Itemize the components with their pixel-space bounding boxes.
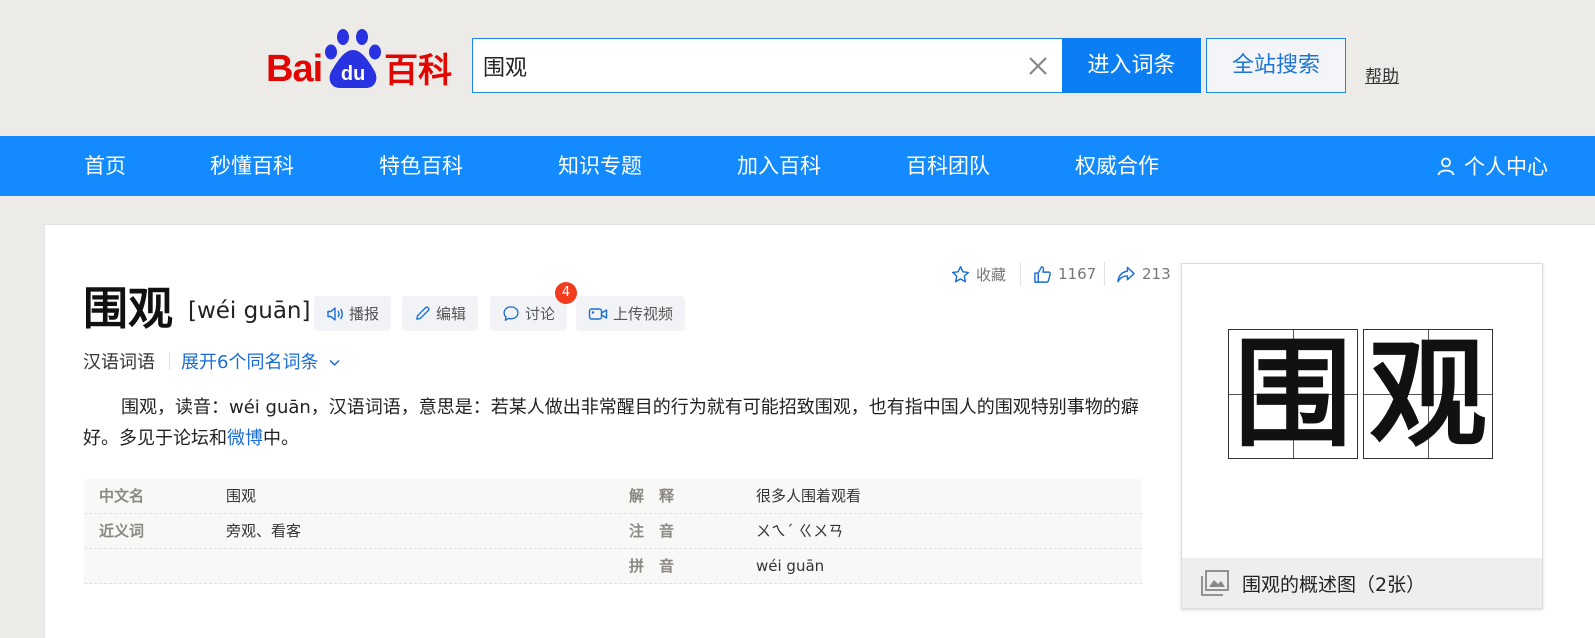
upload-video-button[interactable]: 上传视频 — [576, 296, 686, 331]
table-row: 拼 音 wéi guān — [84, 549, 1142, 584]
logo-du-text: du — [340, 63, 366, 85]
stats-divider — [1104, 262, 1105, 286]
info-value: ㄨㄟˊ ㄍㄨㄢ — [756, 522, 844, 540]
like-button[interactable]: 1167 — [1033, 260, 1096, 288]
info-key: 注 音 — [629, 522, 675, 540]
info-value: wéi guān — [756, 557, 825, 575]
pencil-icon — [416, 306, 430, 320]
caption-label: 围观的概述图（2张） — [1242, 573, 1426, 596]
info-value: 很多人围着观看 — [756, 487, 862, 505]
share-button[interactable]: 213 — [1116, 260, 1171, 288]
comment-icon — [503, 306, 519, 321]
basic-info-table: 中文名 围观 解 释 很多人围着观看 近义词 旁观、看客 注 音 ㄨㄟˊ ㄍㄨㄢ… — [84, 479, 1142, 584]
video-camera-icon — [588, 307, 608, 320]
nav-item-home[interactable]: 首页 — [84, 136, 126, 196]
user-center-link[interactable]: 个人中心 — [1436, 136, 1548, 196]
nav-item-miaodong[interactable]: 秒懂百科 — [210, 136, 294, 196]
paw-icon: du — [324, 28, 382, 90]
logo-baike-text: 百科 — [384, 51, 453, 91]
play-audio-button[interactable]: 播报 — [314, 296, 392, 331]
main-nav: 首页 秒懂百科 特色百科 知识专题 加入百科 百科团队 权威合作 个人中心 — [0, 136, 1595, 196]
info-key: 解 释 — [629, 487, 675, 505]
thumbs-up-icon — [1034, 265, 1051, 283]
share-count: 213 — [1142, 265, 1171, 283]
summary-picture-card[interactable]: 围 观 围观的概述图（2张） — [1181, 263, 1543, 609]
expand-label: 展开6个同名词条 — [181, 352, 319, 373]
nav-item-topics[interactable]: 知识专题 — [558, 136, 642, 196]
clear-icon[interactable] — [1024, 52, 1052, 80]
search-input[interactable] — [483, 47, 1003, 85]
nav-item-team[interactable]: 百科团队 — [906, 136, 990, 196]
site-search-button[interactable]: 全站搜索 — [1206, 38, 1346, 93]
top-header: Bai du 百科 进入词条 全站搜索 帮助 — [0, 0, 1595, 136]
category-divider — [169, 352, 170, 370]
edit-button[interactable]: 编辑 — [402, 296, 479, 331]
speaker-icon — [327, 306, 343, 321]
collect-label: 收藏 — [976, 265, 1007, 284]
user-icon — [1437, 157, 1455, 176]
baidu-baike-logo[interactable]: Bai du 百科 — [266, 28, 452, 90]
table-row: 近义词 旁观、看客 注 音 ㄨㄟˊ ㄍㄨㄢ — [84, 514, 1142, 549]
share-icon — [1117, 266, 1135, 282]
category-label[interactable]: 汉语词语 — [83, 348, 155, 374]
discuss-count-badge: 4 — [555, 282, 577, 304]
discuss-label: 讨论 — [525, 305, 556, 323]
info-key: 拼 音 — [629, 557, 675, 575]
character-glyph: 围 — [1233, 325, 1352, 463]
collect-button[interactable]: 收藏 — [951, 260, 1006, 288]
search-box — [472, 38, 1062, 93]
nav-item-cooperation[interactable]: 权威合作 — [1075, 136, 1159, 196]
entry-summary: 围观，读音：wéi guān，汉语词语，意思是：若某人做出非常醒目的行为就有可能… — [83, 392, 1143, 454]
info-key: 中文名 — [99, 487, 145, 505]
title-pinyin: [wéi guān] — [188, 298, 311, 324]
help-link[interactable]: 帮助 — [1365, 62, 1399, 87]
stats-divider — [1020, 262, 1021, 286]
info-value: 旁观、看客 — [226, 522, 302, 540]
like-count: 1167 — [1058, 265, 1097, 283]
character-grid: 围 — [1228, 329, 1358, 459]
star-icon — [951, 265, 970, 282]
expand-same-name-entries[interactable]: 展开6个同名词条 — [181, 348, 341, 374]
info-key: 近义词 — [99, 522, 145, 540]
chevron-down-icon — [329, 359, 340, 367]
discuss-button[interactable]: 讨论 — [490, 296, 568, 331]
page-title: 围观 — [83, 282, 174, 335]
logo-bai-text: Bai — [266, 48, 323, 90]
image-gallery-icon — [1201, 570, 1229, 596]
summary-picture[interactable]: 围 观 — [1182, 264, 1542, 558]
character-grid: 观 — [1363, 329, 1493, 459]
edit-label: 编辑 — [436, 305, 467, 323]
info-value: 围观 — [226, 487, 257, 505]
nav-item-join[interactable]: 加入百科 — [737, 136, 821, 196]
character-glyph: 观 — [1368, 325, 1487, 463]
upload-video-label: 上传视频 — [613, 305, 674, 323]
enter-entry-button[interactable]: 进入词条 — [1062, 38, 1201, 93]
table-row: 中文名 围观 解 释 很多人围着观看 — [84, 479, 1142, 514]
nav-item-special[interactable]: 特色百科 — [379, 136, 463, 196]
picture-caption[interactable]: 围观的概述图（2张） — [1182, 558, 1542, 608]
summary-text-end: 中。 — [263, 428, 299, 449]
user-center-label: 个人中心 — [1464, 155, 1548, 179]
weibo-link[interactable]: 微博 — [227, 428, 263, 449]
play-audio-label: 播报 — [349, 305, 380, 323]
